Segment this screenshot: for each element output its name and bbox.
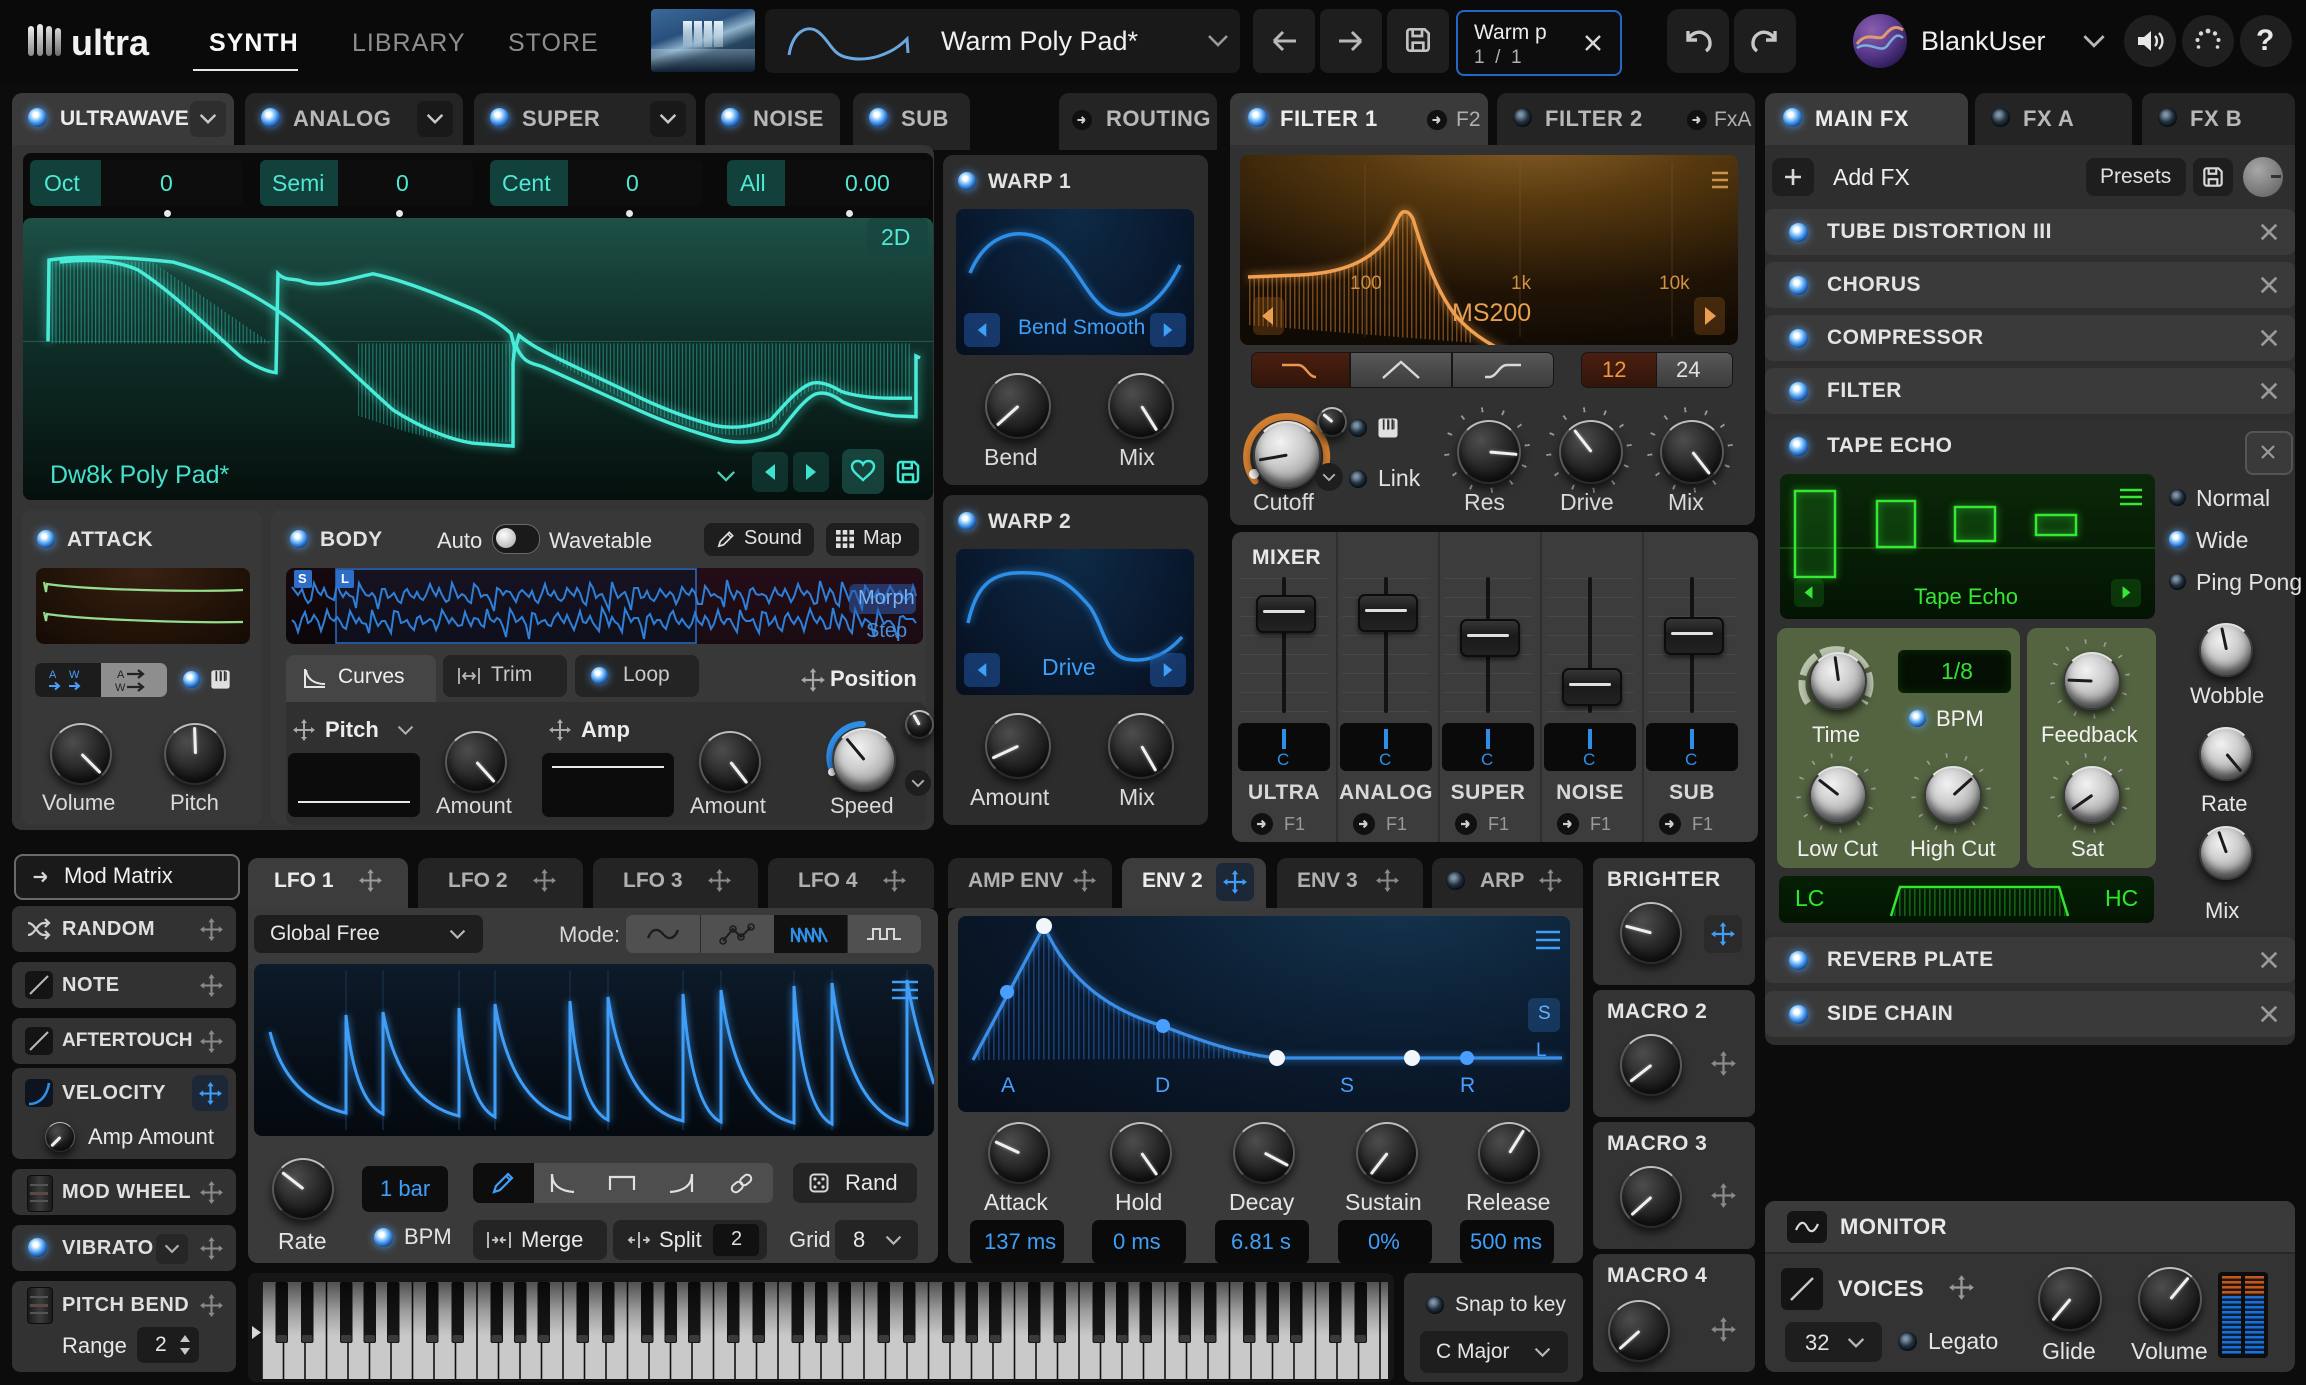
svg-text:W: W [115,682,126,693]
svg-text:A: A [1001,1074,1015,1097]
svg-text:MS200: MS200 [1452,299,1531,327]
svg-text:10k: 10k [1659,273,1690,294]
svg-text:W: W [69,669,80,681]
svg-text:A: A [117,669,125,681]
svg-text:R: R [1460,1074,1475,1097]
svg-text:1k: 1k [1511,273,1532,294]
svg-text:A: A [49,669,57,681]
svg-text:100: 100 [1350,273,1382,294]
svg-text:D: D [1155,1074,1170,1097]
svg-text:S: S [1340,1074,1354,1097]
